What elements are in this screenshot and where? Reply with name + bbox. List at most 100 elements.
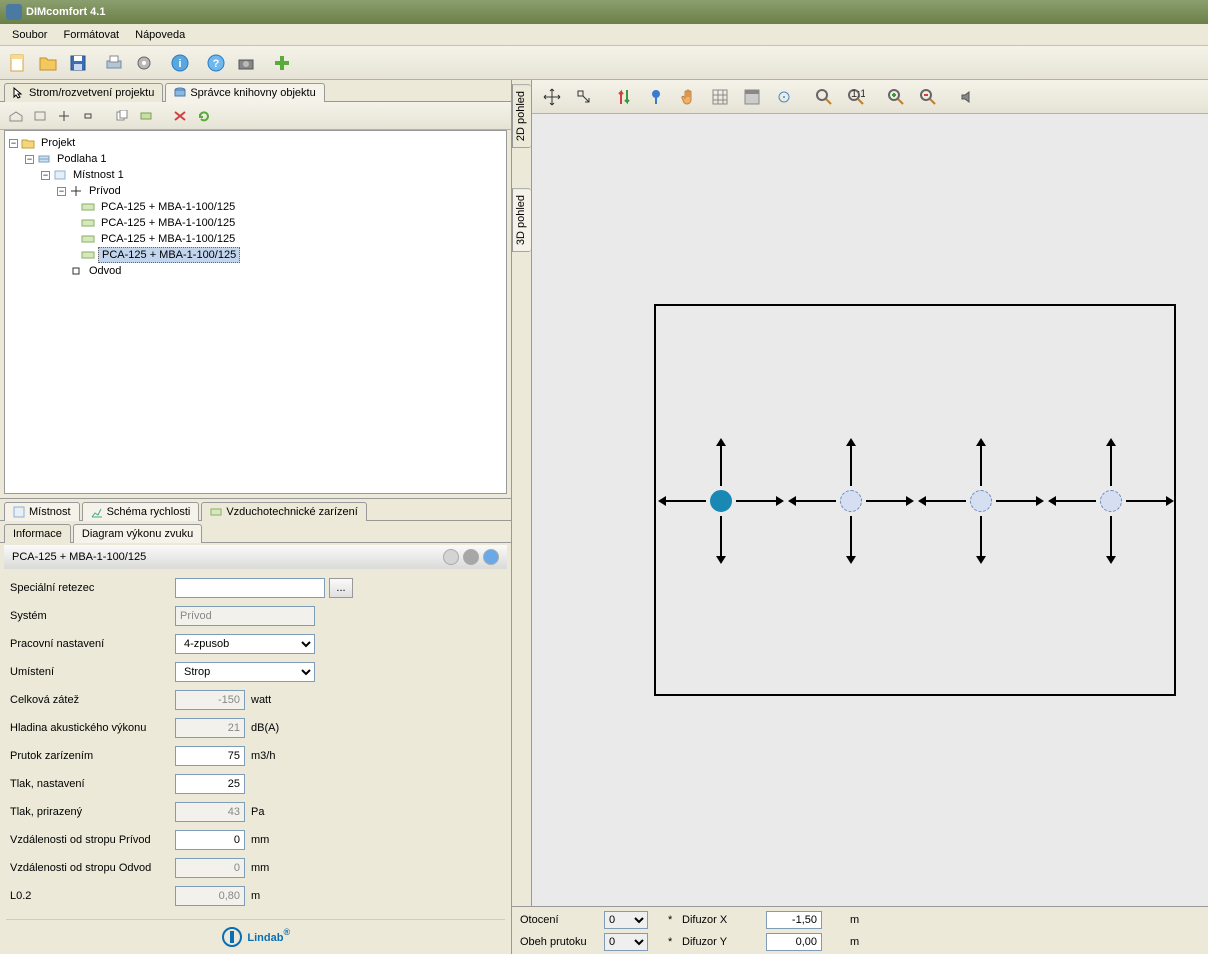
tab-project-tree-label: Strom/rozvetvení projektu xyxy=(29,87,154,99)
save-icon[interactable] xyxy=(64,49,92,77)
panel-icon[interactable] xyxy=(738,83,766,111)
hand-icon[interactable] xyxy=(674,83,702,111)
floor-icon[interactable] xyxy=(6,106,26,126)
exhaust-icon[interactable] xyxy=(78,106,98,126)
canvas-footer: Otocení 0 * Difuzor X m Obeh prutoku 0 *… xyxy=(512,906,1208,954)
help-icon[interactable]: ? xyxy=(202,49,230,77)
tab-room[interactable]: Místnost xyxy=(4,502,80,521)
status-dot-dark[interactable] xyxy=(463,549,479,565)
camera-icon[interactable] xyxy=(232,49,260,77)
tab-hvac[interactable]: Vzduchotechnické zarízení xyxy=(201,502,366,521)
place-label: Umístení xyxy=(10,666,175,678)
print-icon[interactable] xyxy=(100,49,128,77)
tree-room[interactable]: Místnost 1 xyxy=(70,168,127,182)
flow-input[interactable] xyxy=(175,746,245,766)
diffx-input[interactable] xyxy=(766,911,822,929)
tree-item-3[interactable]: PCA-125 + MBA-1-100/125 xyxy=(98,247,240,263)
rotation-label: Otocení xyxy=(520,914,600,926)
speaker-icon[interactable] xyxy=(954,83,982,111)
svg-text:?: ? xyxy=(213,58,220,70)
tree-toolbar xyxy=(0,102,511,130)
dist-supply-input[interactable] xyxy=(175,830,245,850)
copy-icon[interactable] xyxy=(112,106,132,126)
target-icon[interactable] xyxy=(770,83,798,111)
tab-velocity[interactable]: Schéma rychlosti xyxy=(82,502,200,521)
menu-file[interactable]: Soubor xyxy=(4,27,55,43)
tree-toggle[interactable]: − xyxy=(57,187,66,196)
zoom-fit-icon[interactable] xyxy=(810,83,838,111)
flowdir-label: Obeh prutoku xyxy=(520,936,600,948)
pin-icon[interactable] xyxy=(642,83,670,111)
tree-exhaust[interactable]: Odvod xyxy=(86,264,124,278)
tree-item-1[interactable]: PCA-125 + MBA-1-100/125 xyxy=(98,216,238,230)
zoom-11-icon[interactable]: 1:1 xyxy=(842,83,870,111)
browse-button[interactable]: ... xyxy=(329,578,353,598)
tree-supply[interactable]: Prívod xyxy=(86,184,124,198)
diffuser-3[interactable] xyxy=(970,490,992,512)
grid-icon[interactable] xyxy=(706,83,734,111)
tree-floor[interactable]: Podlaha 1 xyxy=(54,152,110,166)
tab-project-tree[interactable]: Strom/rozvetvení projektu xyxy=(4,83,163,102)
place-select[interactable]: Strop xyxy=(175,662,315,682)
tree-project[interactable]: Projekt xyxy=(38,136,78,150)
canvas-2d[interactable]: [189,319,449,579] xyxy=(532,114,1208,906)
cursor-icon xyxy=(13,87,25,99)
rotation-select[interactable]: 0 xyxy=(604,911,648,929)
menu-bar: Soubor Formátovat Nápoveda xyxy=(0,24,1208,46)
diffuser-selected[interactable] xyxy=(710,490,732,512)
room-outline xyxy=(654,304,1176,696)
move-icon[interactable] xyxy=(538,83,566,111)
flowdir-select[interactable]: 0 xyxy=(604,933,648,951)
zoom-out-icon[interactable] xyxy=(914,83,942,111)
info-icon[interactable]: i xyxy=(166,49,194,77)
tab-2d[interactable]: 2D pohled xyxy=(512,84,531,148)
delete-icon[interactable] xyxy=(170,106,190,126)
work-select[interactable]: 4-zpusob xyxy=(175,634,315,654)
status-dot-blue[interactable] xyxy=(483,549,499,565)
gear-icon[interactable] xyxy=(130,49,158,77)
brand-name: Lindab xyxy=(247,932,283,944)
tab-library[interactable]: Správce knihovny objektu xyxy=(165,83,324,102)
diffuser-4[interactable] xyxy=(1100,490,1122,512)
l02-input xyxy=(175,886,245,906)
single-arrow-icon[interactable] xyxy=(570,83,598,111)
tree-toggle[interactable]: − xyxy=(41,171,50,180)
folder-icon xyxy=(21,137,35,149)
add-icon[interactable] xyxy=(268,49,296,77)
acoustic-unit: dB(A) xyxy=(251,722,279,734)
status-dot-grey[interactable] xyxy=(443,549,459,565)
pressure-set-input[interactable] xyxy=(175,774,245,794)
diffy-input[interactable] xyxy=(766,933,822,951)
hvac-icon xyxy=(210,506,222,518)
new-file-icon[interactable] xyxy=(4,49,32,77)
refresh-icon[interactable] xyxy=(194,106,214,126)
acoustic-input xyxy=(175,718,245,738)
project-tree[interactable]: −Projekt −Podlaha 1 −Místnost 1 −Prívod … xyxy=(4,130,507,494)
floor-node-icon xyxy=(37,153,51,165)
diffx-unit: m xyxy=(850,914,870,926)
tab-library-label: Správce knihovny objektu xyxy=(190,87,315,99)
menu-format[interactable]: Formátovat xyxy=(55,27,127,43)
open-folder-icon[interactable] xyxy=(34,49,62,77)
device-node-icon xyxy=(81,249,95,261)
zoom-in-icon[interactable] xyxy=(882,83,910,111)
tree-item-2[interactable]: PCA-125 + MBA-1-100/125 xyxy=(98,232,238,246)
tab-sound[interactable]: Diagram výkonu zvuku xyxy=(73,524,202,543)
room-icon[interactable] xyxy=(30,106,50,126)
tree-toggle[interactable]: − xyxy=(9,139,18,148)
view-tabs: 2D pohled 3D pohled xyxy=(512,80,532,906)
red-green-arrows-icon[interactable] xyxy=(610,83,638,111)
tab-3d[interactable]: 3D pohled xyxy=(512,188,531,252)
device-header: PCA-125 + MBA-1-100/125 xyxy=(4,545,507,569)
pressure-set-label: Tlak, nastavení xyxy=(10,778,175,790)
tab-info[interactable]: Informace xyxy=(4,524,71,543)
diffuser-2[interactable] xyxy=(840,490,862,512)
supply-icon[interactable] xyxy=(54,106,74,126)
tab-hvac-label: Vzduchotechnické zarízení xyxy=(226,506,357,518)
tree-toggle[interactable]: − xyxy=(25,155,34,164)
menu-help[interactable]: Nápoveda xyxy=(127,27,193,43)
device-small-icon[interactable] xyxy=(136,106,156,126)
tree-item-0[interactable]: PCA-125 + MBA-1-100/125 xyxy=(98,200,238,214)
special-input[interactable] xyxy=(175,578,325,598)
diffy-label: Difuzor Y xyxy=(682,936,762,948)
